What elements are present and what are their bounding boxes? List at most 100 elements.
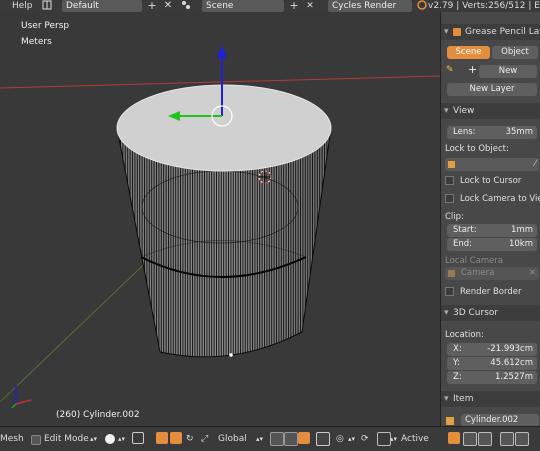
collapse-triangle-icon: ▾ — [444, 308, 449, 318]
lens-value: 35mm — [505, 127, 533, 137]
viewport-scene[interactable] — [0, 12, 440, 426]
edge-select-icon[interactable] — [284, 432, 298, 446]
add-scene-icon[interactable]: + — [288, 0, 300, 12]
scene-icon[interactable] — [180, 0, 192, 12]
screen-layout-field[interactable]: Default — [62, 0, 142, 12]
item-panel-title: Item — [453, 394, 474, 404]
grease-pencil-check-icon[interactable] — [453, 28, 461, 36]
render-animation-icon[interactable] — [515, 432, 529, 446]
new-data-button[interactable]: New — [479, 65, 537, 78]
units-label: Meters — [21, 37, 52, 47]
item-panel-header[interactable]: ▾ Item — [441, 391, 540, 407]
pencil-icon: ✎ — [446, 65, 454, 75]
local-camera-label: Local Camera — [445, 256, 504, 266]
cursor-x-field[interactable]: X: -21.993cm — [447, 343, 537, 356]
render-preview-icon[interactable] — [448, 432, 460, 444]
clip-end-field[interactable]: End: 10km — [447, 238, 537, 251]
cursor-y-value: 45.612cm — [490, 358, 533, 368]
clip-end-label: End: — [453, 239, 473, 249]
rotate-manipulator-icon[interactable]: ↻ — [186, 432, 194, 446]
overlay-toggle-icon[interactable] — [463, 432, 477, 446]
edit-mode-icon — [31, 435, 41, 445]
add-screen-icon[interactable]: + — [146, 0, 158, 12]
camera-icon — [448, 270, 455, 277]
object-info-label: (260) Cylinder.002 — [56, 410, 140, 420]
screen-layout-icon[interactable] — [42, 0, 52, 12]
face-select-icon[interactable] — [298, 432, 310, 444]
collapse-triangle-icon: ▾ — [444, 106, 449, 116]
scale-manipulator-icon[interactable]: ⤢ — [201, 432, 208, 446]
cursor-panel-title: 3D Cursor — [453, 308, 499, 318]
render-icon[interactable] — [500, 432, 514, 446]
lock-to-cursor-checkbox[interactable]: Lock to Cursor — [445, 174, 539, 188]
scene-field[interactable]: Scene — [202, 0, 284, 12]
mesh-menu[interactable]: Mesh — [0, 432, 24, 446]
grease-pencil-panel-header[interactable]: ▾ Grease Pencil Layers — [441, 24, 540, 40]
close-screen-icon[interactable]: ✕ — [162, 0, 174, 12]
clip-end-value: 10km — [508, 239, 533, 249]
item-name-field[interactable]: Cylinder.002 — [461, 414, 539, 426]
snap-icon[interactable]: ⟳ — [361, 432, 369, 446]
scene-stats: v2.79 | Verts:256/512 | Ed — [428, 1, 540, 11]
3d-viewport[interactable]: User Persp Meters (260) Cylinder.002 — [0, 12, 440, 426]
local-camera-value: Camera — [461, 268, 495, 278]
vertex-select-icon[interactable] — [270, 432, 284, 446]
cursor-z-field[interactable]: Z: 1.2527m — [447, 371, 537, 384]
render-border-checkbox[interactable]: Render Border — [445, 285, 539, 299]
clip-start-label: Start: — [453, 225, 477, 235]
clear-icon[interactable]: ✕ — [529, 267, 536, 280]
add-layer-icon[interactable]: + — [468, 63, 477, 76]
eyedropper-icon[interactable]: ⁄ — [535, 158, 536, 171]
lock-to-cursor-label: Lock to Cursor — [460, 176, 522, 186]
render-border-label: Render Border — [460, 287, 522, 297]
camera-view-icon[interactable] — [478, 432, 492, 446]
view-panel-header[interactable]: ▾ View — [441, 103, 540, 119]
collapse-triangle-icon: ▾ — [444, 27, 449, 37]
cube-icon — [448, 161, 455, 168]
local-camera-field[interactable]: Camera ✕ — [445, 267, 539, 280]
new-layer-button[interactable]: New Layer — [447, 83, 537, 96]
viewport-shading-icon[interactable] — [105, 434, 115, 444]
close-scene-icon[interactable]: ✕ — [304, 0, 316, 12]
lock-object-field[interactable]: ⁄ — [445, 158, 539, 171]
checkbox[interactable] — [445, 194, 454, 203]
limit-selection-icon[interactable] — [316, 432, 330, 446]
cursor-z-label: Z: — [453, 372, 462, 382]
translate-manipulator-icon[interactable] — [170, 432, 182, 444]
cursor-panel-header[interactable]: ▾ 3D Cursor — [441, 305, 540, 321]
snap-target-icon[interactable] — [377, 432, 391, 446]
properties-sidebar: ▾ Grease Pencil Layers Scene Object ✎ + … — [440, 12, 540, 426]
view-name-label: User Persp — [21, 21, 70, 31]
snap-arrows-icon: ▴▾ — [390, 435, 398, 443]
orientation-arrows-icon: ▴▾ — [256, 435, 264, 443]
checkbox[interactable] — [445, 176, 454, 185]
viewport-header-bar: Mesh Edit Mode ▴▾ ▴▾ ↻ ⤢ Global ▴▾ ◎ ▴▾ … — [0, 426, 540, 451]
lens-field[interactable]: Lens: 35mm — [447, 126, 537, 139]
mode-dropdown[interactable]: Edit Mode — [44, 432, 89, 446]
cursor-y-field[interactable]: Y: 45.612cm — [447, 357, 537, 370]
clip-start-value: 1mm — [511, 225, 533, 235]
lock-camera-checkbox[interactable]: Lock Camera to View — [445, 192, 540, 206]
median-point — [229, 353, 233, 357]
checkbox[interactable] — [445, 287, 454, 296]
tab-scene[interactable]: Scene — [447, 46, 490, 59]
cursor-x-value: -21.993cm — [487, 344, 533, 354]
orientation-dropdown[interactable]: Global — [218, 432, 247, 446]
clip-start-field[interactable]: Start: 1mm — [447, 224, 537, 237]
clip-label: Clip: — [445, 212, 464, 222]
proportional-arrows-icon: ▴▾ — [348, 435, 356, 443]
manipulator-toggle-icon[interactable] — [156, 432, 168, 444]
help-menu[interactable]: Help — [12, 0, 33, 12]
cursor-z-value: 1.2527m — [494, 372, 533, 382]
cube-icon — [446, 417, 454, 425]
render-engine-dropdown[interactable]: Cycles Render — [328, 0, 412, 12]
lock-to-object-label: Lock to Object: — [445, 144, 509, 154]
proportional-edit-icon[interactable]: ◎ — [336, 432, 344, 446]
mode-dropdown-arrows-icon: ▴▾ — [90, 435, 98, 443]
lock-camera-label: Lock Camera to View — [460, 194, 540, 204]
tab-object[interactable]: Object — [492, 46, 538, 59]
layer-state-label: Active — [401, 434, 429, 444]
cursor-y-label: Y: — [453, 358, 460, 368]
shading-arrows-icon: ▴▾ — [118, 435, 126, 443]
pivot-point-icon[interactable] — [132, 432, 144, 444]
